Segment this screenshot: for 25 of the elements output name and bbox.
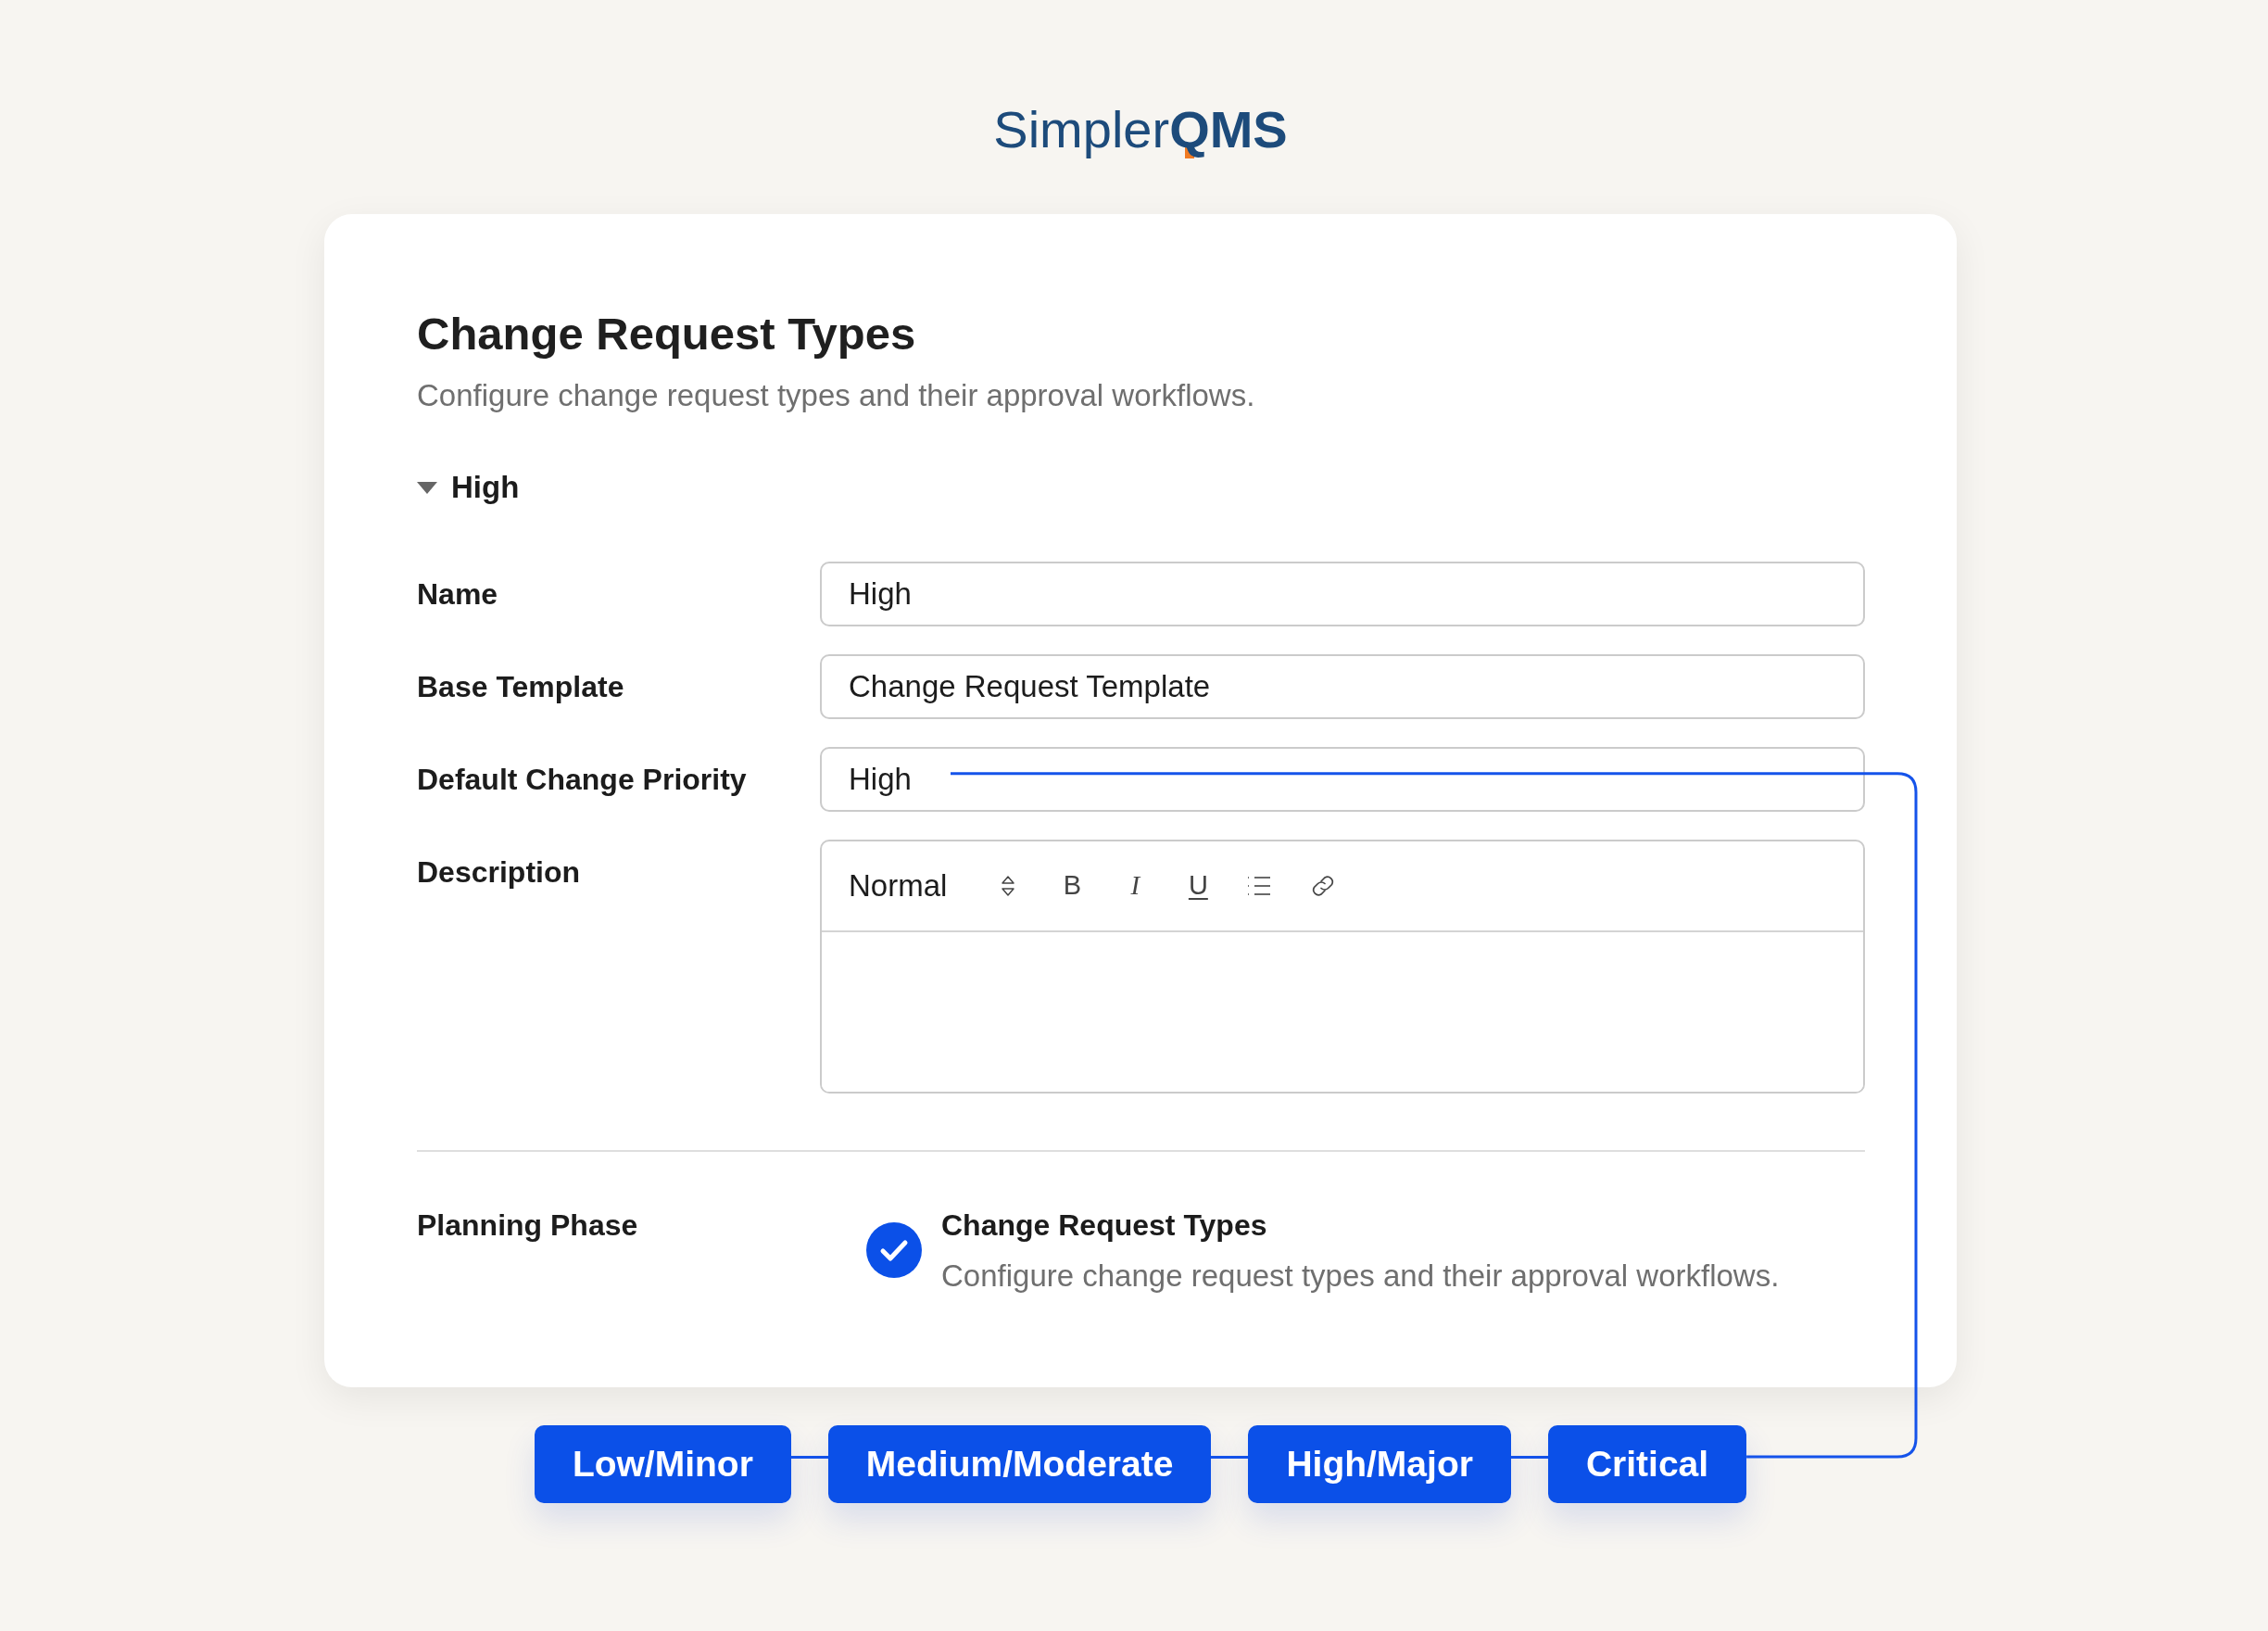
italic-button[interactable]: I [1121, 871, 1150, 901]
field-label: Description [417, 854, 582, 891]
field-label: Base Template [417, 669, 625, 705]
list-icon[interactable] [1247, 876, 1272, 896]
priority-tag: Medium/Moderate [827, 1424, 1212, 1503]
format-select[interactable]: Normal [849, 868, 1016, 904]
priority-tag: Low/Minor [534, 1424, 791, 1503]
input-field[interactable]: High [820, 747, 1865, 812]
priority-tag: High/Major [1248, 1424, 1511, 1503]
input-field[interactable]: High [820, 562, 1865, 626]
option-title: Change Request Types [941, 1207, 1267, 1244]
checkbox[interactable] [866, 1222, 922, 1278]
section-toggle[interactable]: High [417, 469, 520, 506]
option-description: Configure change request types and their approval workflows. [941, 1258, 1780, 1295]
page-subtitle: Configure change request types and their approval workflows. [417, 376, 1256, 414]
priority-tag: Critical [1547, 1424, 1747, 1503]
updown-arrows-icon [1001, 875, 1016, 897]
input-field[interactable]: Change Request Template [820, 654, 1865, 719]
connector-line [790, 1455, 828, 1459]
underline-button[interactable]: U [1184, 871, 1213, 901]
field-label: Name [417, 576, 499, 613]
field-label: Planning Phase [417, 1207, 639, 1244]
field-label: Default Change Priority [417, 762, 748, 798]
bold-button[interactable]: B [1058, 871, 1087, 901]
page-title: Change Request Types [417, 308, 917, 360]
